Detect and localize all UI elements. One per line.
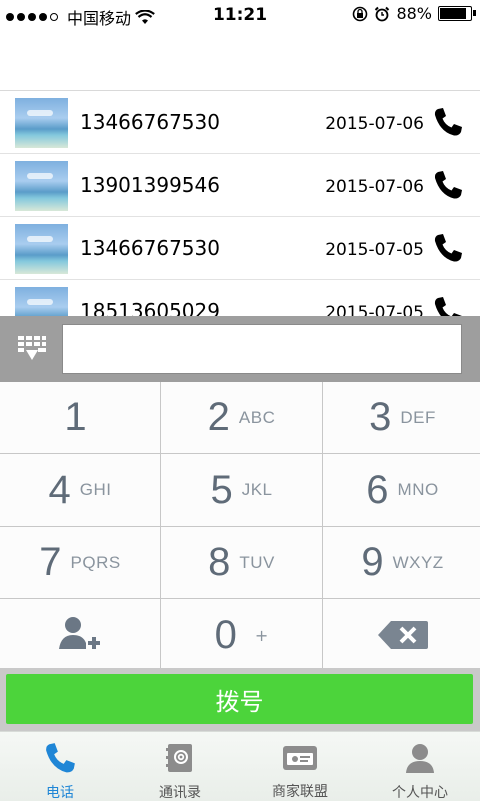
delete-key[interactable]: [323, 599, 480, 671]
signal-strength-icon: [6, 13, 61, 21]
orientation-lock-icon: [353, 6, 368, 21]
key-letters: PQRS: [70, 552, 121, 572]
call-phone-icon[interactable]: [432, 233, 464, 267]
backspace-icon: [377, 621, 428, 649]
contact-avatar: [15, 287, 68, 317]
key-digit: 9: [361, 540, 384, 584]
call-date: 2015-07-06: [325, 177, 424, 197]
dial-keypad: 1 2 ABC 3 DEF 4 GHI 5 JKL 6 MNO 7 PQRS 8 TUV 9 WXYZ 0 +: [0, 382, 480, 671]
tab-merchants[interactable]: 商家联盟: [240, 732, 360, 801]
tab-bar: 电话 通讯录 商家联盟 个人中心: [0, 731, 480, 801]
call-number: 13466767530: [80, 110, 220, 134]
tab-phone[interactable]: 电话: [0, 732, 120, 801]
battery-percent: 88%: [396, 4, 432, 23]
tab-label: 通讯录: [159, 785, 201, 801]
tab-label: 个人中心: [392, 785, 448, 801]
key-letters: +: [254, 625, 269, 645]
tab-label: 电话: [46, 785, 74, 801]
key-digit: 8: [208, 540, 231, 584]
key-digit: 1: [64, 395, 87, 439]
call-row[interactable]: 13466767530 2015-07-06: [0, 91, 480, 154]
key-letters: ABC: [238, 407, 276, 427]
key-5[interactable]: 5 JKL: [161, 454, 322, 526]
merchant-card-icon: [282, 742, 318, 773]
key-6[interactable]: 6 MNO: [323, 454, 480, 526]
key-1[interactable]: 1: [0, 382, 160, 453]
key-3[interactable]: 3 DEF: [323, 382, 480, 453]
key-letters: GHI: [79, 480, 112, 499]
status-right: 88%: [352, 4, 476, 23]
key-2[interactable]: 2 ABC: [161, 382, 322, 453]
carrier-name: 中国移动: [67, 9, 132, 28]
contact-avatar: [15, 161, 68, 211]
key-4[interactable]: 4 GHI: [0, 454, 160, 526]
keypad-collapse-icon[interactable]: [14, 332, 50, 368]
call-date: 2015-07-06: [325, 114, 424, 134]
key-digit: 4: [48, 467, 71, 512]
alarm-clock-icon: [375, 6, 390, 21]
key-digit: 7: [39, 540, 62, 584]
key-9[interactable]: 9 WXYZ: [323, 527, 480, 598]
key-letters: MNO: [397, 480, 439, 499]
key-letters: JKL: [241, 480, 273, 499]
dial-button-bar: 拨号: [0, 668, 480, 731]
dial-button[interactable]: 拨号: [6, 674, 473, 724]
call-number: 13901399546: [80, 173, 220, 197]
call-row[interactable]: 13901399546 2015-07-06: [0, 154, 480, 217]
key-digit: 2: [207, 395, 230, 439]
tab-contacts[interactable]: 通讯录: [120, 732, 240, 801]
recent-calls-list[interactable]: 13466767530 2015-07-06 13901399546 2015-07-…: [0, 90, 480, 317]
dial-number-input[interactable]: [62, 324, 462, 374]
phone-icon: [43, 742, 77, 774]
call-row[interactable]: 13466767530 2015-07-05: [0, 217, 480, 280]
dial-input-bar: [0, 316, 480, 382]
battery-icon: [438, 6, 476, 21]
add-contact-button[interactable]: [0, 599, 160, 671]
call-phone-icon[interactable]: [432, 296, 464, 317]
person-icon: [405, 742, 435, 774]
add-contact-icon: [59, 617, 100, 649]
key-letters: TUV: [239, 552, 275, 572]
call-phone-icon[interactable]: [432, 107, 464, 141]
call-date: 2015-07-05: [325, 303, 424, 317]
key-letters: DEF: [400, 407, 436, 427]
contacts-book-icon: [164, 742, 196, 774]
status-left: 中国移动: [6, 5, 155, 29]
status-bar: 中国移动 11:21 88%: [0, 0, 480, 30]
contact-avatar: [15, 224, 68, 274]
wifi-icon: [135, 9, 155, 24]
call-date: 2015-07-05: [325, 240, 424, 260]
key-digit: 6: [366, 467, 389, 512]
contact-avatar: [15, 98, 68, 148]
key-7[interactable]: 7 PQRS: [0, 527, 160, 598]
call-phone-icon[interactable]: [432, 170, 464, 204]
key-digit: 3: [369, 395, 392, 439]
key-digit: 5: [210, 467, 233, 512]
call-row[interactable]: 18513605029 2015-07-05: [0, 280, 480, 317]
key-8[interactable]: 8 TUV: [161, 527, 322, 598]
tab-label: 商家联盟: [272, 784, 328, 800]
key-letters: WXYZ: [392, 552, 444, 572]
tab-profile[interactable]: 个人中心: [360, 732, 480, 801]
call-number: 13466767530: [80, 236, 220, 260]
call-number: 18513605029: [80, 299, 220, 317]
key-0[interactable]: 0 +: [161, 599, 322, 671]
key-digit: 0: [214, 612, 237, 657]
